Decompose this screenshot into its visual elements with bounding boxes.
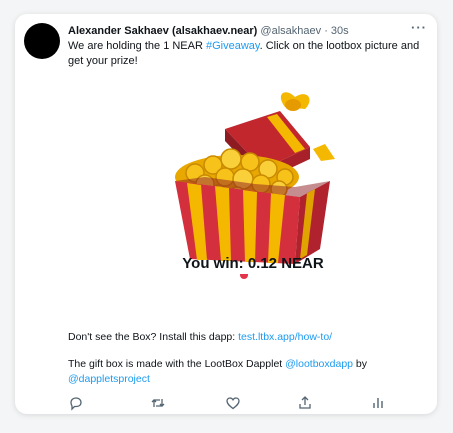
reply-icon[interactable] — [68, 395, 84, 411]
lootbox-body — [175, 177, 330, 264]
retweet-icon[interactable] — [150, 395, 166, 411]
install-text: Don't see the Box? Install this dapp: te… — [68, 330, 423, 345]
hashtag-link[interactable]: #Giveaway — [206, 40, 260, 52]
credits-text: The gift box is made with the LootBox Da… — [68, 357, 423, 387]
win-text: You win: 0.12 NEAR — [182, 255, 324, 272]
credits-part: The gift box is made with the LootBox Da… — [68, 358, 286, 370]
action-bar — [68, 395, 408, 411]
user-handle[interactable]: @alsakhaev — [260, 25, 321, 37]
separator-dot: · — [324, 25, 328, 37]
tweet-header: Alexander Sakhaev (alsakhaev.near) @alsa… — [68, 24, 407, 38]
install-link[interactable]: test.ltbx.app/how-to/ — [238, 331, 332, 343]
analytics-icon[interactable] — [370, 395, 386, 411]
install-label: Don't see the Box? Install this dapp: — [68, 331, 239, 343]
lootbox-image[interactable] — [135, 89, 365, 274]
more-options-icon[interactable]: ··· — [411, 20, 427, 35]
avatar[interactable] — [24, 23, 60, 59]
lootboxdapp-mention[interactable]: @lootboxdapp — [285, 358, 353, 370]
dappletsproject-mention[interactable]: @dappletsproject — [68, 373, 150, 385]
tweet-text-part: We are holding the 1 NEAR — [68, 40, 206, 52]
ribbon-tip — [240, 274, 248, 279]
share-icon[interactable] — [297, 395, 313, 411]
credits-part: by — [353, 358, 368, 370]
tweet-text: We are holding the 1 NEAR #Giveaway. Cli… — [68, 39, 423, 69]
display-name[interactable]: Alexander Sakhaev (alsakhaev.near) — [68, 25, 257, 37]
like-icon[interactable] — [225, 395, 241, 411]
timestamp[interactable]: 30s — [331, 25, 349, 37]
tweet-card[interactable]: Alexander Sakhaev (alsakhaev.near) @alsa… — [15, 14, 437, 414]
